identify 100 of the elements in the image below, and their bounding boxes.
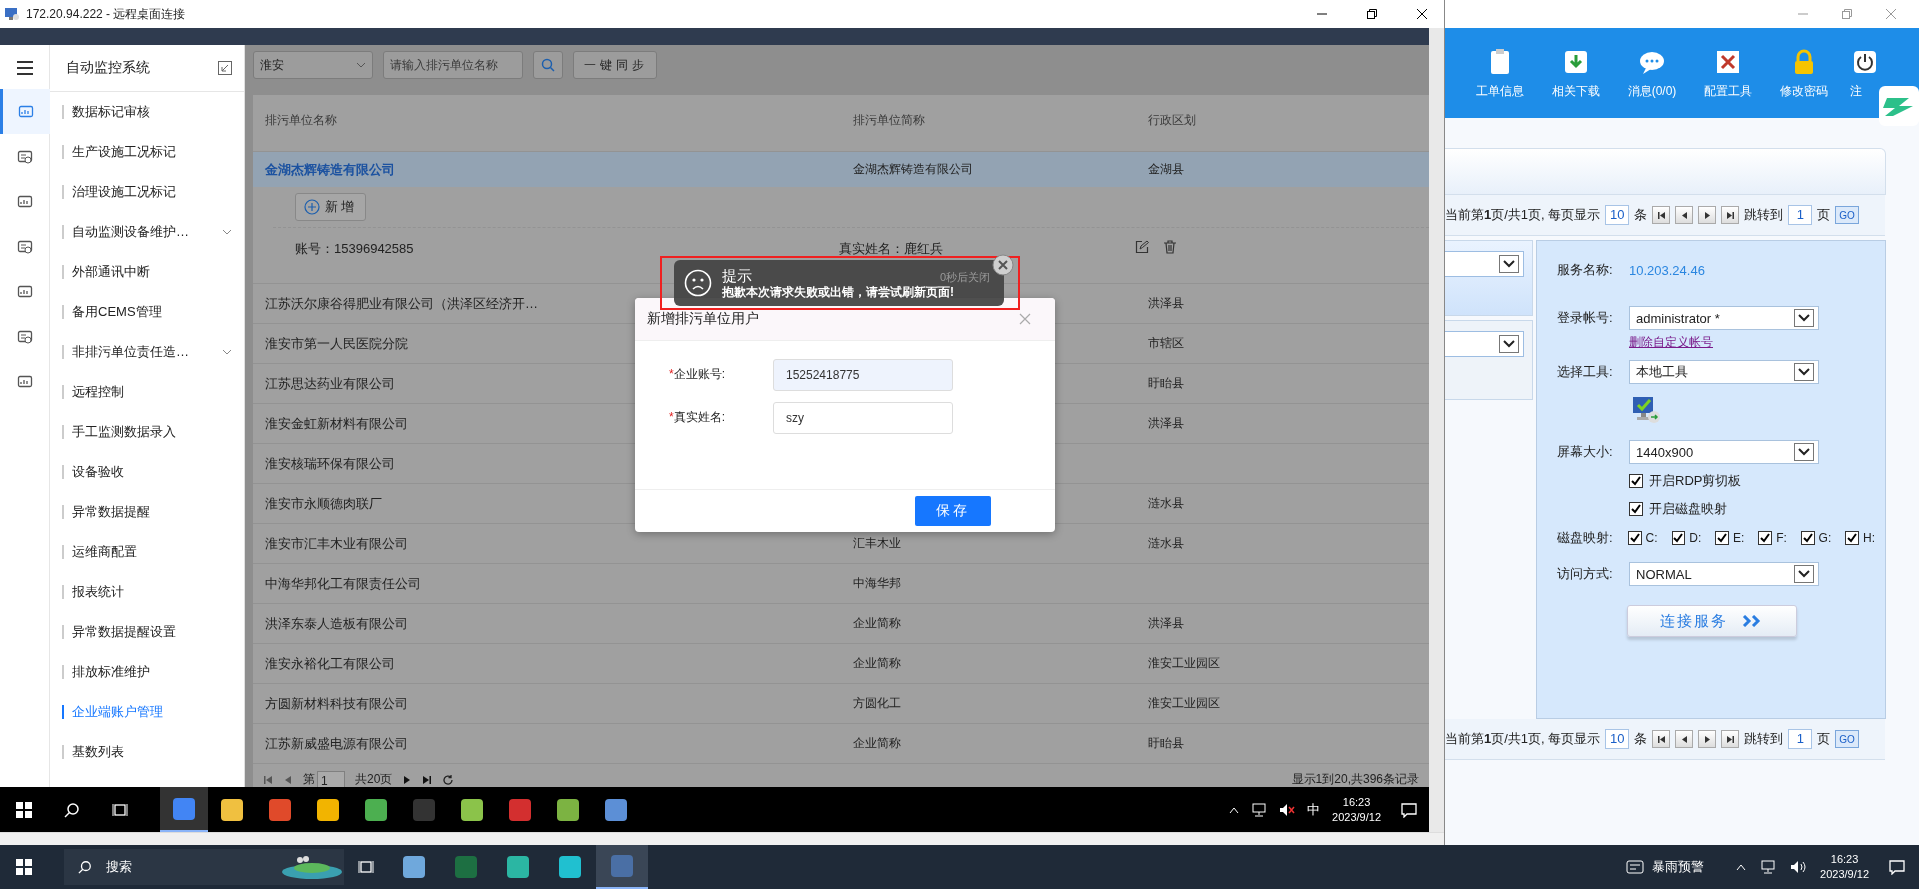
windows-start-icon[interactable] [16, 859, 32, 875]
connect-button[interactable]: 连接服务 [1627, 605, 1797, 637]
edit-icon[interactable] [1135, 240, 1149, 254]
task-view-icon[interactable] [358, 859, 374, 875]
page-size-field[interactable]: 10 [1605, 729, 1630, 749]
record-summary: 显示1到20,共396条记录 [1291, 771, 1419, 788]
monitor-icon [16, 238, 33, 255]
clock[interactable]: 16:23 2023/9/12 [1820, 852, 1869, 882]
search-icon[interactable] [64, 801, 80, 818]
page-field[interactable]: 1 [317, 770, 345, 789]
toast-message: 抱歉本次请求失败或出错，请尝试刷新页面! [722, 285, 955, 300]
add-button[interactable]: 新增 [295, 193, 366, 221]
network-icon[interactable] [1251, 802, 1268, 817]
checkbox[interactable] [1758, 531, 1773, 545]
prev-page-button[interactable] [1675, 206, 1694, 224]
table-row[interactable]: 洪泽东泰人造板有限公司 企业简称 洪泽县 [253, 603, 1429, 643]
caret-up-icon[interactable] [1736, 863, 1747, 871]
windows-start-icon[interactable] [16, 801, 32, 818]
dropdown[interactable]: administrator * [1629, 306, 1819, 330]
dropdown[interactable]: 本地工具 [1629, 360, 1819, 384]
table-row[interactable]: 江苏新威盛电源有限公司 企业简称 盱眙县 [253, 723, 1429, 763]
checkbox[interactable] [1800, 531, 1815, 545]
menu-item[interactable]: 自动监测设备维护… [50, 212, 244, 252]
table-row[interactable]: 方圆新材料科技有限公司 方圆化工 淮安工业园区 [253, 683, 1429, 723]
weather-alert[interactable]: 暴雨预警 [1626, 858, 1705, 876]
task-view-icon[interactable] [112, 801, 128, 818]
notification-icon[interactable] [1401, 801, 1417, 818]
first-page-icon[interactable] [263, 774, 273, 785]
menu-item[interactable]: 备用CEMS管理 [50, 292, 244, 332]
dropdown[interactable] [1445, 251, 1524, 277]
search-field[interactable]: 请输入排污单位名称 [383, 51, 523, 79]
last-page-icon[interactable] [422, 774, 433, 785]
menu-item[interactable]: 运维商配置 [50, 532, 244, 572]
dropdown[interactable] [1445, 331, 1524, 357]
menu-item[interactable]: 基数列表 [50, 732, 244, 772]
collapse-icon[interactable] [218, 61, 232, 75]
menu-item[interactable]: 数据标记审核 [50, 92, 244, 132]
menu-item[interactable]: 设备验收 [50, 452, 244, 492]
next-page-button[interactable] [1698, 206, 1717, 224]
menu-item[interactable]: 生产设施工况标记 [50, 132, 244, 172]
jump-page-field[interactable]: 1 [1788, 205, 1813, 225]
page-size-field[interactable]: 10 [1605, 205, 1630, 225]
checkbox[interactable] [1845, 531, 1860, 545]
checkbox[interactable] [1629, 474, 1643, 488]
table-row[interactable]: 中海华邦化工有限责任公司 中海华邦 [253, 563, 1429, 603]
network-icon[interactable] [1760, 860, 1777, 874]
delete-account-link[interactable]: 删除自定义帐号 [1629, 333, 1713, 351]
prev-page-button[interactable] [1675, 730, 1694, 748]
dropdown[interactable]: NORMAL [1629, 562, 1819, 586]
service-address: 10.203.24.46 [1629, 262, 1705, 278]
checkbox[interactable] [1629, 502, 1643, 516]
refresh-icon[interactable] [442, 773, 455, 786]
first-page-button[interactable] [1652, 206, 1671, 224]
speaker-icon[interactable] [1790, 860, 1807, 874]
menu-item[interactable]: 手工监测数据录入 [50, 412, 244, 452]
next-page-button[interactable] [1698, 730, 1717, 748]
notification-icon[interactable] [1889, 859, 1905, 875]
first-page-icon [1656, 210, 1666, 220]
menu-item[interactable]: 外部通讯中断 [50, 252, 244, 292]
checkbox[interactable] [1627, 531, 1642, 545]
go-button[interactable]: GO [1835, 206, 1859, 224]
clock[interactable]: 16:23 2023/9/12 [1332, 794, 1381, 825]
last-page-button[interactable] [1721, 206, 1740, 224]
nav-icon-tab[interactable] [0, 89, 50, 134]
menu-item[interactable]: 排放标准维护 [50, 652, 244, 692]
dropdown[interactable]: 1440x900 [1629, 440, 1819, 464]
taskbar-app[interactable] [160, 787, 208, 832]
text-field[interactable]: szy [773, 401, 953, 434]
table-row[interactable]: 金湖杰辉铸造有限公司 金湖杰辉铸造有限公司 金湖县 [253, 151, 1429, 187]
input-method-indicator[interactable]: 中 [1307, 800, 1321, 819]
first-page-button[interactable] [1652, 730, 1671, 748]
previous-page-icon[interactable] [283, 774, 293, 785]
text-field[interactable]: 15252418775 [773, 358, 953, 391]
menu-icon[interactable] [16, 61, 33, 75]
menu-item[interactable]: 报表统计 [50, 572, 244, 612]
checkbox[interactable] [1715, 531, 1730, 545]
region-dropdown[interactable]: 淮安 [253, 51, 373, 79]
next-page-icon [1702, 734, 1712, 744]
menu-item[interactable]: 远程控制 [50, 372, 244, 412]
menu-item[interactable]: 异常数据提醒 [50, 492, 244, 532]
menu-item[interactable]: 治理设施工况标记 [50, 172, 244, 212]
go-button[interactable]: GO [1835, 730, 1859, 748]
menu-item[interactable]: 企业端账户管理 [50, 692, 244, 732]
sync-button[interactable]: 一键同步 [573, 51, 657, 79]
caret-up-icon[interactable] [1229, 805, 1240, 814]
muted-speaker-icon[interactable] [1279, 802, 1296, 817]
search-field[interactable]: 搜索 [64, 849, 344, 885]
menu-item[interactable]: 异常数据提醒设置 [50, 612, 244, 652]
checkbox[interactable] [1671, 531, 1686, 545]
close-icon[interactable] [1416, 8, 1428, 20]
save-button[interactable]: 保存 [915, 496, 991, 526]
last-page-button[interactable] [1721, 730, 1740, 748]
field-label: 屏幕大小: [1557, 443, 1614, 461]
table-row[interactable]: 淮安永裕化工有限公司 企业简称 淮安工业园区 [253, 643, 1429, 683]
restore-icon[interactable] [1366, 8, 1378, 20]
app-icon [365, 798, 387, 821]
jump-page-field[interactable]: 1 [1788, 729, 1813, 749]
menu-item[interactable]: 非排污单位责任造… [50, 332, 244, 372]
delete-icon[interactable] [1163, 240, 1177, 254]
scrollbar[interactable] [1429, 28, 1444, 832]
